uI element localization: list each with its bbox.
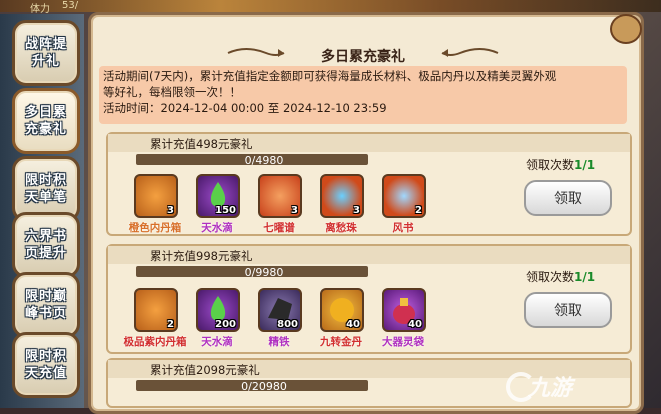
item-name: 七曜谱 xyxy=(263,222,295,234)
treasure-chest-icon[interactable]: 2 xyxy=(134,288,178,332)
progress-text: 0/4980 xyxy=(244,154,284,167)
item-name: 天水滴 xyxy=(201,336,233,348)
item-name: 精铁 xyxy=(268,336,290,348)
reward-tier-card: 累计充值498元豪礼 0/4980 领取次数1/1 领取 3 橙色内丹箱 150… xyxy=(106,132,632,236)
book-icon[interactable]: 2 xyxy=(382,174,426,218)
claim-count-label: 领取次数1/1 xyxy=(526,156,595,173)
sidebar-tab-book-upgrade[interactable]: 六界书页提升 xyxy=(12,212,80,278)
sidebar-tab-peak-book[interactable]: 限时巅峰书页 xyxy=(12,272,80,338)
sidebar-tab-label: 限时巅峰书页 xyxy=(24,289,67,321)
top-hud-strip xyxy=(0,0,661,12)
claim-button[interactable]: 领取 xyxy=(524,180,612,216)
item-count: 150 xyxy=(215,205,236,216)
item-count: 40 xyxy=(346,319,360,330)
description-line-1: 活动期间(7天内)，累计充值指定金额即可获得海量成长材料、极品内丹以及精美灵翼外… xyxy=(103,69,557,83)
claim-count-label: 领取次数1/1 xyxy=(526,268,595,285)
item-count: 3 xyxy=(167,205,174,216)
watermark-text: 九游 xyxy=(528,376,573,401)
activity-time: 活动时间：2024-12-04 00:00 至 2024-12-10 23:59 xyxy=(103,101,387,115)
right-ornament-icon xyxy=(441,48,499,57)
item-name: 大器灵袋 xyxy=(382,336,424,348)
item-name: 九转金丹 xyxy=(320,336,362,348)
item-count: 3 xyxy=(291,205,298,216)
treasure-chest-icon[interactable]: 3 xyxy=(134,174,178,218)
item-count: 2 xyxy=(167,319,174,330)
tier-title: 累计充值998元豪礼 xyxy=(150,249,253,263)
sidebar-tab-label: 六界书页提升 xyxy=(24,229,67,261)
hud-stamina-label: 体力 xyxy=(30,4,50,15)
hud-stamina-value: 53/ xyxy=(62,0,79,11)
item-name: 天水滴 xyxy=(201,222,233,234)
claim-count: 1/1 xyxy=(574,270,596,284)
activity-sidebar: 战阵提升礼 多日累充豪礼 限时积天单笔 六界书页提升 限时巅峰书页 限时积天充值 xyxy=(0,14,84,408)
sidebar-tab-cumulative-recharge[interactable]: 限时积天充值 xyxy=(12,332,80,398)
activity-description: 活动期间(7天内)，累计充值指定金额即可获得海量成长材料、极品内丹以及精美灵翼外… xyxy=(99,66,627,124)
orb-icon[interactable]: 3 xyxy=(320,174,364,218)
item-count: 40 xyxy=(408,319,422,330)
green-drop-icon[interactable]: 150 xyxy=(196,174,240,218)
iron-ore-icon[interactable]: 800 xyxy=(258,288,302,332)
sidebar-tab-label: 限时积天充值 xyxy=(24,349,67,381)
claim-label-text: 领取次数 xyxy=(526,270,575,284)
claim-button[interactable]: 领取 xyxy=(524,292,612,328)
panel-title: 多日累充豪礼 xyxy=(321,49,405,65)
description-line-2: 等好礼，每档限领一次！！ xyxy=(103,85,241,99)
item-name: 极品紫内丹箱 xyxy=(123,336,187,348)
progress-text: 0/20980 xyxy=(241,380,287,393)
item-name: 离愁珠 xyxy=(325,222,357,234)
tier-title: 累计充值498元豪礼 xyxy=(150,137,253,151)
item-count: 2 xyxy=(415,205,422,216)
sidebar-tab-multiday-recharge[interactable]: 多日累充豪礼 xyxy=(12,88,80,154)
item-count: 200 xyxy=(215,319,236,330)
item-count: 3 xyxy=(353,205,360,216)
tier-title: 累计充值2098元豪礼 xyxy=(150,363,260,377)
golden-pill-icon[interactable]: 40 xyxy=(320,288,364,332)
progress-text: 0/9980 xyxy=(244,266,284,279)
item-name: 橙色内丹箱 xyxy=(128,222,182,234)
pouch-icon[interactable]: 40 xyxy=(382,288,426,332)
claim-label-text: 领取次数 xyxy=(526,158,575,172)
sidebar-tab-label: 多日累充豪礼 xyxy=(24,105,67,137)
reward-tier-card: 累计充值998元豪礼 0/9980 领取次数1/1 领取 2 极品紫内丹箱 20… xyxy=(106,244,632,354)
green-drop-icon[interactable]: 200 xyxy=(196,288,240,332)
sidebar-tab-label: 限时积天单笔 xyxy=(24,173,67,205)
scroll-icon[interactable]: 3 xyxy=(258,174,302,218)
item-count: 800 xyxy=(277,319,298,330)
item-name: 风书 xyxy=(392,222,414,234)
sidebar-tab-label: 战阵提升礼 xyxy=(24,37,67,69)
claim-count: 1/1 xyxy=(574,158,596,172)
sidebar-tab-formation[interactable]: 战阵提升礼 xyxy=(12,20,80,86)
